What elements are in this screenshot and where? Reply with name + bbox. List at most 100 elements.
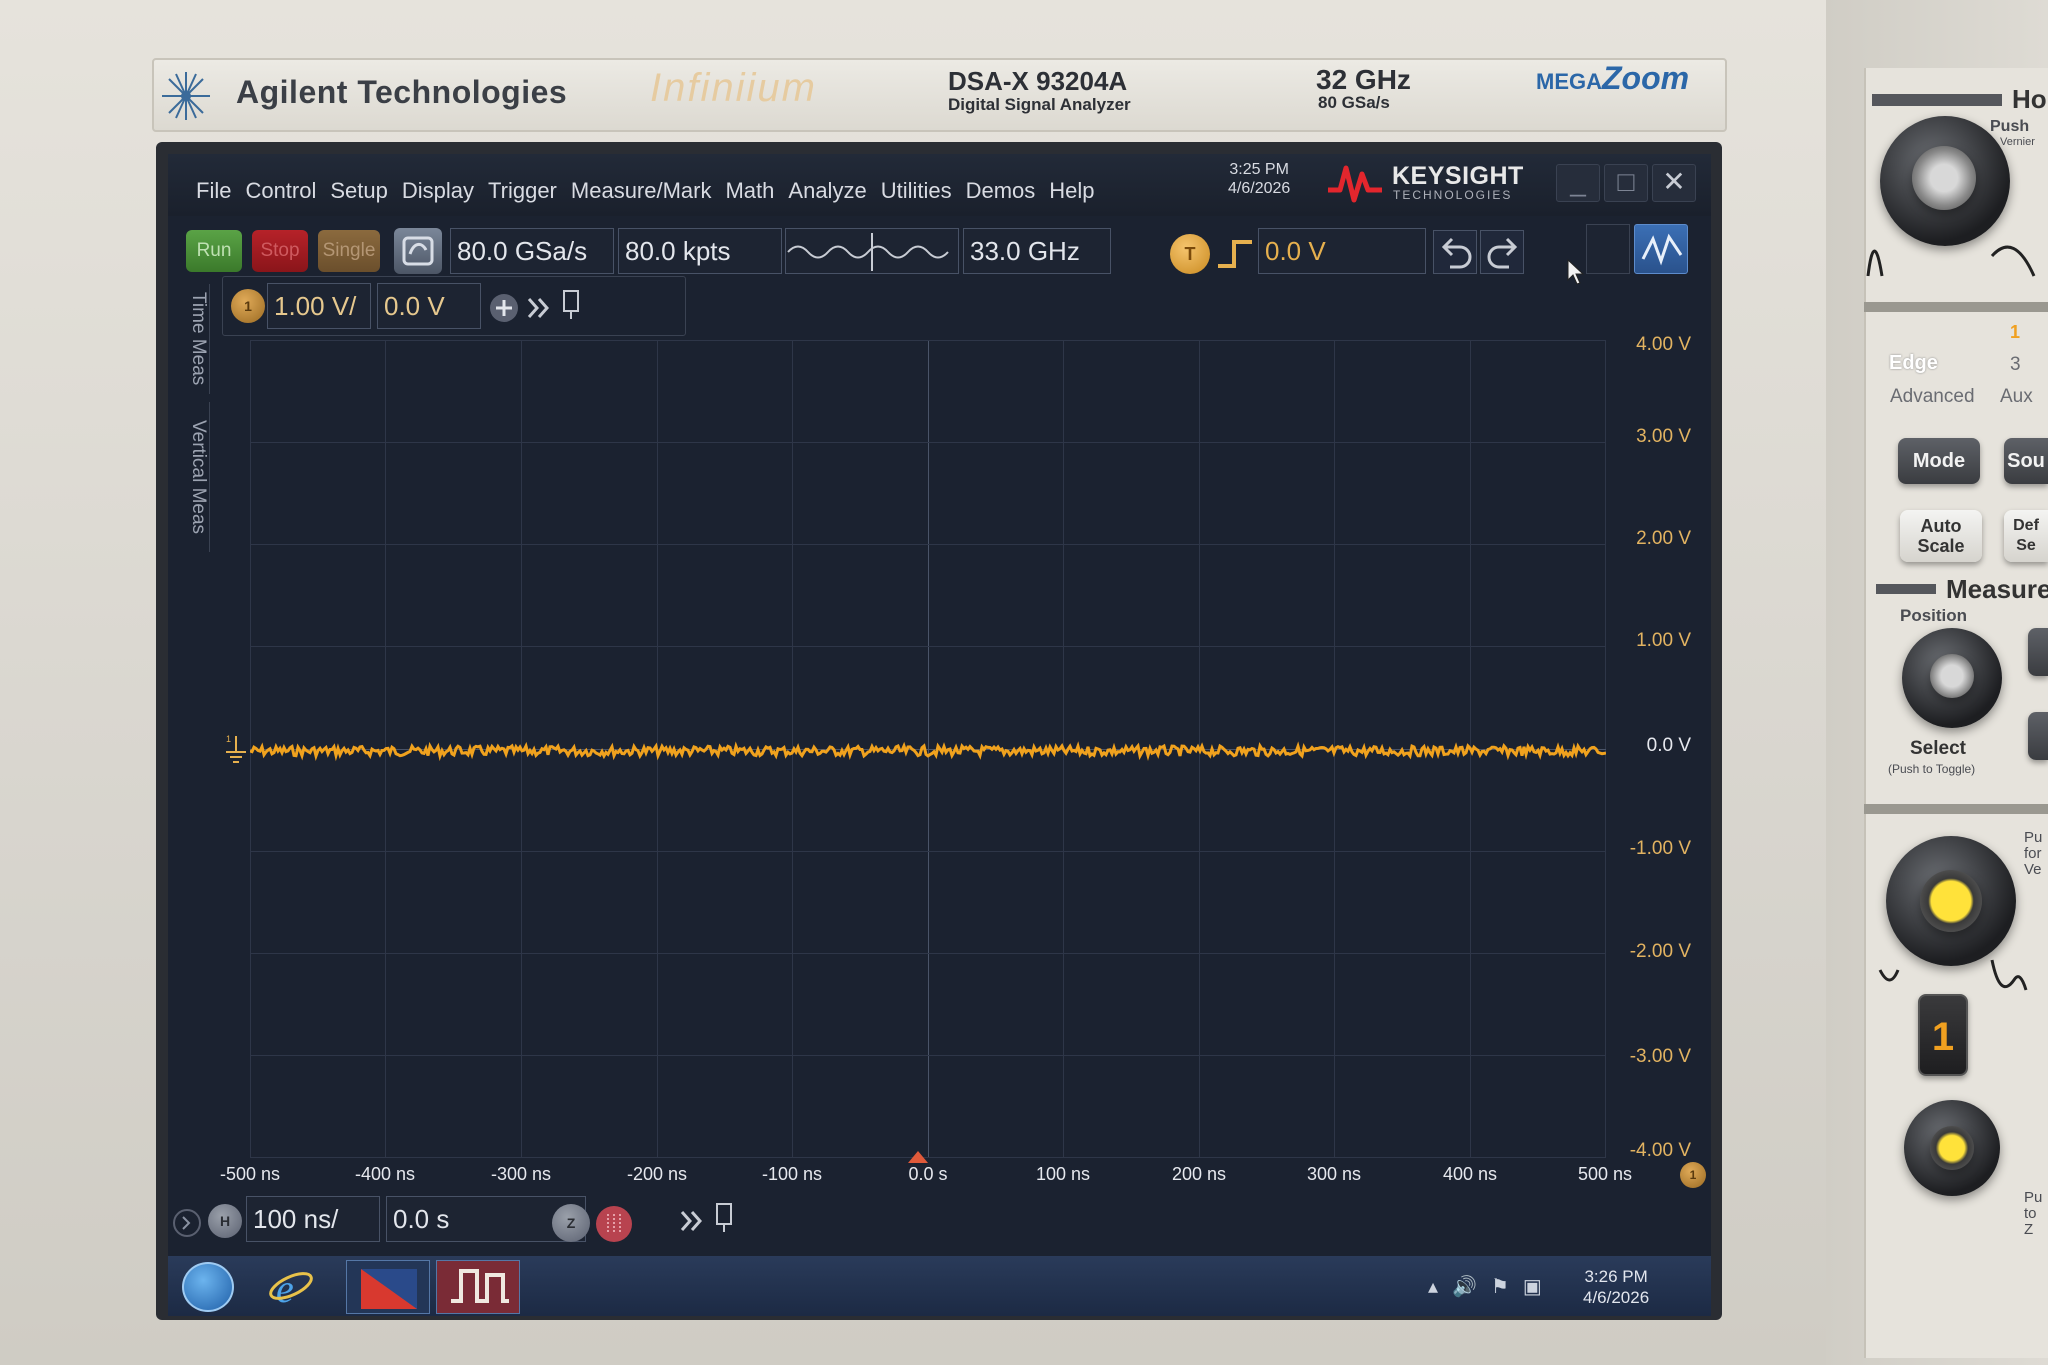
x-tick-label: -400 ns: [354, 1164, 416, 1184]
default-setup-button[interactable]: Def Se: [2004, 510, 2048, 562]
waveform-preview-icon: [785, 228, 959, 274]
channel1-button[interactable]: 1: [1918, 994, 1968, 1076]
channel1-controls: 1 1.00 V/ 0.0 V: [222, 276, 686, 336]
undo-icon[interactable]: [1433, 230, 1477, 274]
channel1-scale-field[interactable]: 1.00 V/: [267, 283, 371, 329]
tray-expand-icon[interactable]: ▴: [1428, 1274, 1438, 1299]
taskbar-app-pulse[interactable]: [436, 1260, 520, 1314]
run-button[interactable]: Run: [186, 230, 242, 272]
timebase-expand-chevron-icon[interactable]: [676, 1204, 706, 1238]
menu-math[interactable]: Math: [725, 166, 774, 204]
mouse-cursor-icon: [1567, 258, 1585, 285]
x-tick-label: -500 ns: [219, 1164, 281, 1184]
menu-utilities[interactable]: Utilities: [881, 166, 952, 204]
horizontal-badge[interactable]: H: [208, 1204, 242, 1238]
position-label: Position: [1900, 606, 1968, 625]
menu-control[interactable]: Control: [245, 166, 316, 204]
display-mode-button[interactable]: [1586, 224, 1630, 274]
menu-measure-mark[interactable]: Measure/Mark: [571, 166, 712, 204]
menu-trigger[interactable]: Trigger: [488, 166, 557, 204]
grid-marker-icon[interactable]: [594, 1204, 634, 1244]
horizontal-scale-knob-cap[interactable]: [1912, 146, 1976, 210]
source-button[interactable]: Sou: [2004, 438, 2048, 484]
measure-side-button[interactable]: [2028, 628, 2048, 676]
start-button-icon[interactable]: [182, 1262, 234, 1312]
minimize-button[interactable]: _: [1556, 164, 1600, 202]
megazoom-logo: MEGAZoom: [1536, 60, 1689, 97]
menu-demos[interactable]: Demos: [966, 166, 1036, 204]
megazoom-logo-rest: Zoom: [1602, 60, 1690, 96]
menu-help[interactable]: Help: [1049, 166, 1094, 204]
channel-indicator-badge[interactable]: 1: [1680, 1162, 1706, 1188]
measure-side-button-2[interactable]: [2028, 712, 2048, 760]
expand-panel-icon[interactable]: [172, 1208, 202, 1238]
tab-vertical-meas[interactable]: Vertical Meas: [172, 402, 210, 552]
menu-display[interactable]: Display: [402, 166, 474, 204]
stop-button[interactable]: Stop: [252, 230, 308, 272]
auto-scale-button[interactable]: Auto Scale: [1900, 510, 1982, 562]
bandwidth-spec: 32 GHz: [1316, 64, 1411, 95]
menubar-time: 3:25 PM: [1229, 161, 1289, 178]
network-icon[interactable]: ▣: [1523, 1274, 1542, 1299]
menu-setup[interactable]: Setup: [330, 166, 388, 204]
trigger-level-field[interactable]: 0.0 V: [1258, 228, 1426, 274]
keysight-name: KEYSIGHT: [1392, 162, 1524, 190]
select-sub-label: (Push to Toggle): [1888, 762, 1976, 776]
action-center-flag-icon[interactable]: ⚑: [1491, 1274, 1509, 1299]
section-divider-2: [1864, 804, 2048, 814]
channel1-trace: [250, 741, 1606, 762]
oscilloscope-screen: File Control Setup Display Trigger Measu…: [168, 154, 1711, 1316]
waveform-compress-expand-icon: [1866, 245, 2036, 277]
channel1-badge[interactable]: 1: [231, 289, 265, 323]
trigger-source-1: 1: [2010, 322, 2021, 342]
close-button[interactable]: ✕: [1652, 164, 1696, 202]
y-tick-label: -4.00 V: [1629, 1140, 1691, 1161]
sample-rate-field[interactable]: 80.0 GSa/s: [450, 228, 614, 274]
vertical-offset-knob-cap[interactable]: [1930, 1126, 1974, 1170]
auto-scale-icon[interactable]: [394, 228, 442, 274]
redo-icon[interactable]: [1480, 230, 1524, 274]
internet-explorer-icon[interactable]: e: [268, 1264, 314, 1310]
mode-button[interactable]: Mode: [1898, 438, 1980, 484]
add-icon[interactable]: [487, 291, 521, 325]
bandwidth-field[interactable]: 33.0 GHz: [963, 228, 1111, 274]
tab-time-meas[interactable]: Time Meas: [172, 284, 210, 394]
channel1-offset-field[interactable]: 0.0 V: [377, 283, 481, 329]
x-tick-label: -100 ns: [761, 1164, 823, 1184]
y-tick-label: 4.00 V: [1636, 334, 1691, 355]
zoom-waveform-icon[interactable]: [1634, 224, 1688, 274]
trigger-badge[interactable]: T: [1170, 234, 1210, 274]
taskbar-time: 3:26 PM: [1584, 1267, 1648, 1286]
menu-analyze[interactable]: Analyze: [788, 166, 866, 204]
memory-depth-field[interactable]: 80.0 kpts: [618, 228, 782, 274]
pin-icon[interactable]: [559, 287, 583, 321]
x-tick-label: -200 ns: [626, 1164, 688, 1184]
zoom-badge[interactable]: Z: [552, 1204, 590, 1242]
menu-file[interactable]: File: [196, 166, 231, 204]
taskbar-clock[interactable]: 3:26 PM 4/6/2026: [1583, 1266, 1649, 1308]
ground-reference-icon[interactable]: 1: [222, 732, 250, 768]
model-subtitle: Digital Signal Analyzer: [948, 95, 1131, 114]
push-vernier-label: Pu for Ve: [2024, 830, 2043, 878]
sample-rate-spec: 80 GSa/s: [1318, 93, 1390, 112]
single-button[interactable]: Single: [318, 230, 380, 272]
maximize-button[interactable]: □: [1604, 164, 1648, 202]
trigger-position-marker-icon[interactable]: [906, 1150, 930, 1164]
timebase-scale-field[interactable]: 100 ns/: [246, 1196, 380, 1242]
y-tick-label: -1.00 V: [1629, 838, 1691, 859]
side-tabs: Time Meas Vertical Meas: [172, 284, 210, 704]
menubar-clock: 3:25 PM 4/6/2026: [1228, 160, 1290, 198]
volume-icon[interactable]: 🔊: [1452, 1274, 1477, 1299]
x-tick-label: 400 ns: [1442, 1164, 1498, 1184]
taskbar-app-infiniium[interactable]: [346, 1260, 430, 1314]
expand-chevron-icon[interactable]: [523, 291, 553, 325]
timebase-pin-icon[interactable]: [712, 1200, 736, 1234]
vertical-scale-knob-cap[interactable]: [1920, 870, 1982, 932]
rising-edge-icon[interactable]: [1216, 236, 1256, 272]
measure-position-knob-cap[interactable]: [1930, 654, 1974, 698]
y-tick-label: 0.0 V: [1646, 735, 1691, 756]
menubar-date: 4/6/2026: [1228, 180, 1291, 197]
x-tick-label: 100 ns: [1035, 1164, 1091, 1184]
y-tick-label: -3.00 V: [1629, 1046, 1691, 1067]
brand-name: Agilent Technologies: [236, 74, 568, 110]
